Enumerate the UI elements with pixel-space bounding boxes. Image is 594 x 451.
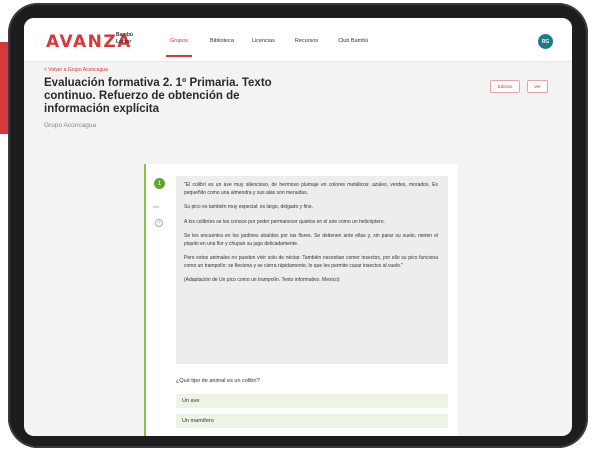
nav-recursos[interactable]: Recursos xyxy=(289,38,324,62)
nav-club-bambu[interactable]: Club Bambú xyxy=(332,38,374,62)
info-label: info xyxy=(153,204,160,209)
question-number-badge: 1 xyxy=(154,178,165,189)
text-paragraph: Pero estos animales no pueden vivir solo… xyxy=(184,255,438,269)
text-paragraph: "El colibrí es un ave muy silencioso, de… xyxy=(184,182,438,196)
stage: AVANZA Bambú Lector Grupos Biblioteca Li… xyxy=(0,0,594,451)
question-card: 1 info i "El colibrí es un ave muy silen… xyxy=(144,164,458,436)
edit-button[interactable]: Edición xyxy=(490,80,520,93)
text-paragraph: A los colibríes se les conoce por poder … xyxy=(184,218,385,225)
nav-licencias[interactable]: Licencias xyxy=(246,38,281,62)
top-navigation: AVANZA Bambú Lector Grupos Biblioteca Li… xyxy=(24,18,572,62)
nav-grupos[interactable]: Grupos xyxy=(164,38,194,62)
brand-subtitle: Bambú Lector xyxy=(116,32,133,45)
text-paragraph: Se les encuentra en los jardines atraído… xyxy=(184,233,438,247)
back-link[interactable]: < Volver a Grupo Aconcagua xyxy=(44,67,108,73)
info-icon[interactable]: i xyxy=(155,219,163,227)
answer-option[interactable]: Un mamífero xyxy=(176,414,448,428)
question-prompt: ¿Qué tipo de animal es un colibrí? xyxy=(176,378,260,384)
tablet-screen: AVANZA Bambú Lector Grupos Biblioteca Li… xyxy=(24,18,572,436)
group-name: Grupo Aconcagua xyxy=(44,122,97,129)
answer-option[interactable]: Un ave xyxy=(176,394,448,408)
reading-text: "El colibrí es un ave muy silencioso, de… xyxy=(176,176,448,364)
page-title: Evaluación formativa 2. 1º Primaria. Tex… xyxy=(44,77,272,115)
main-nav: Grupos Biblioteca Licencias Recursos Clu… xyxy=(164,38,374,62)
question-sidebar: 1 info i xyxy=(146,164,170,436)
text-paragraph: Su pico es también muy especial: es larg… xyxy=(184,204,313,210)
text-source: (Adaptación de Un pico como un trampolín… xyxy=(184,277,340,283)
view-button[interactable]: Ver xyxy=(527,80,548,93)
avatar[interactable]: RG xyxy=(538,34,553,49)
nav-biblioteca[interactable]: Biblioteca xyxy=(204,38,240,62)
